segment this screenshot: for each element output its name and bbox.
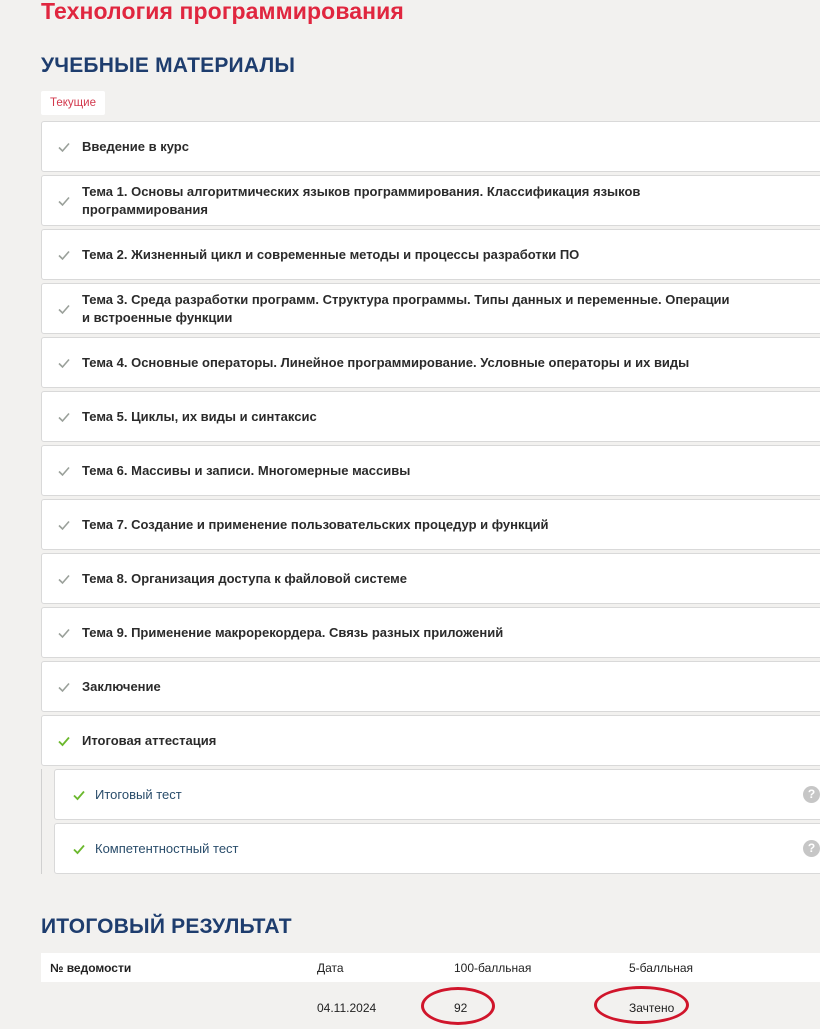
module-topic-6[interactable]: Тема 6. Массивы и записи. Многомерные ма…	[41, 445, 820, 496]
module-label: Тема 6. Массивы и записи. Многомерные ма…	[82, 462, 411, 478]
module-label: Введение в курс	[82, 138, 189, 154]
module-label: Тема 1. Основы алгоритмических языков пр…	[82, 183, 641, 217]
check-icon	[58, 358, 70, 368]
score-100-annotated: 92	[421, 987, 495, 1025]
result-header-row: № ведомости Дата 100-балльная 5-балльная	[41, 953, 820, 982]
module-intro[interactable]: Введение в курс	[41, 121, 820, 172]
table-row: 04.11.2024 92 Зачтено	[41, 982, 820, 1029]
result-table: № ведомости Дата 100-балльная 5-балльная…	[41, 953, 820, 1029]
cell-statement-no	[41, 982, 317, 1029]
header-score-5: 5-балльная	[629, 953, 820, 982]
result-heading: ИТОГОВЫЙ РЕЗУЛЬТАТ	[41, 915, 292, 938]
check-icon	[58, 628, 70, 638]
module-label: Тема 9. Применение макрорекордера. Связь…	[82, 624, 504, 640]
module-conclusion[interactable]: Заключение	[41, 661, 820, 712]
annotation-ring	[421, 987, 495, 1025]
annotation-ring	[594, 986, 689, 1024]
submodule-label: Итоговый тест	[95, 787, 182, 802]
header-date: Дата	[317, 953, 454, 982]
final-attestation-items: Итоговый тест ? Компетентностный тест ?	[41, 769, 820, 874]
check-icon	[58, 412, 70, 422]
question-icon[interactable]: ?	[803, 839, 820, 857]
header-score-100: 100-балльная	[454, 953, 629, 982]
course-title: Технология программирования	[41, 0, 404, 24]
header-statement-no: № ведомости	[41, 953, 317, 982]
submodule-competence-test[interactable]: Компетентностный тест ?	[54, 823, 820, 874]
cell-score-5: Зачтено	[594, 982, 820, 1029]
check-icon	[58, 520, 70, 530]
question-icon[interactable]: ?	[803, 785, 820, 803]
check-icon	[73, 844, 85, 854]
module-list: Введение в курс Тема 1. Основы алгоритми…	[41, 121, 820, 877]
check-icon	[58, 736, 70, 746]
check-icon	[58, 196, 70, 206]
module-label: Итоговая аттестация	[82, 732, 217, 748]
module-topic-8[interactable]: Тема 8. Организация доступа к файловой с…	[41, 553, 820, 604]
check-icon	[58, 682, 70, 692]
check-icon	[58, 574, 70, 584]
module-label: Тема 2. Жизненный цикл и современные мет…	[82, 246, 580, 262]
module-topic-7[interactable]: Тема 7. Создание и применение пользовате…	[41, 499, 820, 550]
module-topic-5[interactable]: Тема 5. Циклы, их виды и синтаксис	[41, 391, 820, 442]
score-5-annotated: Зачтено	[594, 986, 689, 1024]
module-label: Тема 8. Организация доступа к файловой с…	[82, 570, 408, 586]
check-icon	[58, 304, 70, 314]
module-topic-9[interactable]: Тема 9. Применение макрорекордера. Связь…	[41, 607, 820, 658]
materials-heading: УЧЕБНЫЕ МАТЕРИАЛЫ	[41, 54, 296, 77]
check-icon	[58, 250, 70, 260]
module-topic-2[interactable]: Тема 2. Жизненный цикл и современные мет…	[41, 229, 820, 280]
module-label: Тема 4. Основные операторы. Линейное про…	[82, 354, 690, 370]
check-icon	[73, 790, 85, 800]
submodule-label: Компетентностный тест	[95, 841, 239, 856]
module-label: Заключение	[82, 678, 161, 694]
module-topic-1[interactable]: Тема 1. Основы алгоритмических языков пр…	[41, 175, 820, 226]
check-icon	[58, 466, 70, 476]
module-topic-4[interactable]: Тема 4. Основные операторы. Линейное про…	[41, 337, 820, 388]
tab-current[interactable]: Текущие	[41, 91, 105, 115]
module-final-attestation[interactable]: Итоговая аттестация	[41, 715, 820, 766]
submodule-final-test[interactable]: Итоговый тест ?	[54, 769, 820, 820]
module-label: Тема 5. Циклы, их виды и синтаксис	[82, 408, 317, 424]
check-icon	[58, 142, 70, 152]
module-label: Тема 3. Среда разработки программ. Струк…	[82, 291, 730, 325]
module-label: Тема 7. Создание и применение пользовате…	[82, 516, 549, 532]
module-topic-3[interactable]: Тема 3. Среда разработки программ. Струк…	[41, 283, 820, 334]
